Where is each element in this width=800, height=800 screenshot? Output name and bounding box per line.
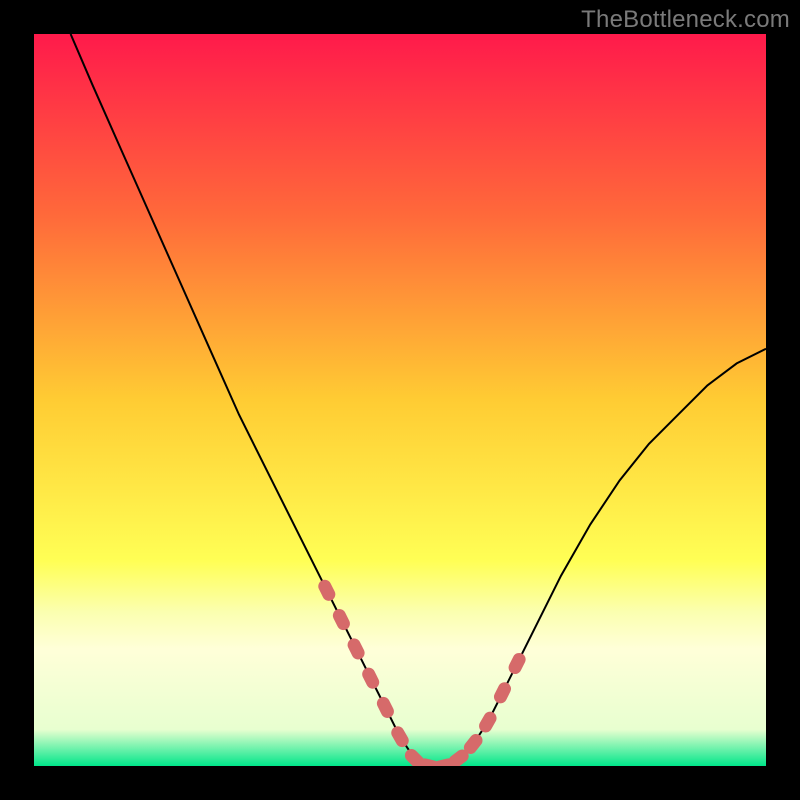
plot-area (34, 34, 766, 766)
gradient-background (34, 34, 766, 766)
watermark-text: TheBottleneck.com (581, 6, 790, 34)
chart-svg (34, 34, 766, 766)
chart-frame: TheBottleneck.com (0, 0, 800, 800)
